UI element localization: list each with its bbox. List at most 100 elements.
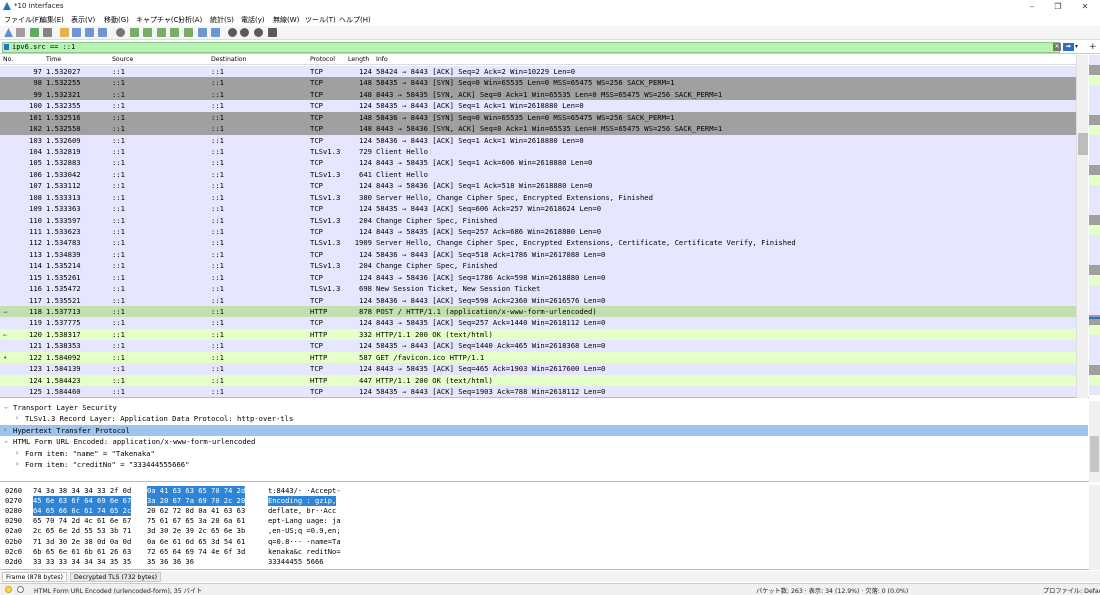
hex-bytes-first-half[interactable]: 64 65 66 6c 61 74 65 2c — [33, 506, 132, 517]
hex-offset[interactable]: 02c0 — [5, 547, 22, 557]
hex-bytes-second-half[interactable]: 72 65 64 69 74 4e 6f 3d — [147, 547, 245, 557]
filter-history-dropdown[interactable]: ▾ — [1075, 43, 1085, 51]
packet-row[interactable]: 117 1.535521::1::1 TCP 124 58436 → 8443 [ACK… — [0, 294, 1076, 307]
column-header-no[interactable]: No. — [3, 56, 13, 63]
status-profile[interactable]: プロファイル: Default — [1043, 586, 1100, 595]
hex-ascii[interactable]: t:8443/· ·Accept- — [268, 486, 341, 496]
tab-frame-bytes[interactable]: Frame (878 bytes) — [2, 572, 67, 582]
detail-tree-item[interactable]: › Form item: "creditNo" = "333444555666" — [0, 459, 1088, 470]
packet-row[interactable]: 106 1.533042::1::1 TLSv1.3 641 Client Hello — [0, 168, 1076, 181]
add-filter-button[interactable]: + — [1089, 42, 1097, 52]
menu-statistics[interactable]: 統計(S) — [210, 15, 234, 25]
column-header-info[interactable]: Info — [376, 56, 388, 63]
packet-row[interactable]: 110 1.533597::1::1 TLSv1.3 204 Change Cipher… — [0, 214, 1076, 226]
bookmark-icon[interactable] — [4, 44, 9, 50]
menu-wireless[interactable]: 無線(W) — [273, 15, 299, 25]
detail-tree-item[interactable]: › Transport Layer Security — [0, 402, 1088, 413]
packet-row[interactable]: 108 1.533313::1::1 TLSv1.3 380 Server Hello,… — [0, 191, 1076, 204]
hex-ascii[interactable]: Encoding : gzip, — [268, 496, 337, 507]
tab-decrypted-tls[interactable]: Decrypted TLS (732 bytes) — [70, 572, 162, 582]
detail-tree-item[interactable]: › Form item: "name" = "Takenaka" — [0, 448, 1088, 459]
stop-icon[interactable] — [16, 28, 25, 37]
hex-ascii[interactable]: q=0.8··· ·name=Ta — [268, 537, 341, 547]
resize-columns-icon[interactable] — [268, 28, 277, 37]
detail-tree-item[interactable]: › TLSv1.3 Record Layer: Application Data … — [0, 413, 1088, 424]
packet-row[interactable]: 114 1.535214::1::1 TLSv1.3 204 Change Cipher… — [0, 260, 1076, 272]
colorize-icon[interactable] — [211, 28, 220, 37]
clear-filter-icon[interactable]: ✕ — [1053, 43, 1061, 51]
hex-offset[interactable]: 02b0 — [5, 537, 22, 547]
hex-ascii[interactable]: ,en-US;q =0.9,en; — [268, 526, 341, 536]
packet-row[interactable]: 101 1.532516::1::1 TCP 148 58436 → 8443 [SYN… — [0, 111, 1076, 124]
packet-list-scroll-thumb[interactable] — [1078, 133, 1088, 155]
packet-row[interactable]: 124 1.584423::1::1 HTTP 447 HTTP/1.1 200 OK … — [0, 374, 1076, 387]
first-packet-icon[interactable] — [170, 28, 179, 37]
find-icon[interactable] — [116, 28, 125, 37]
packet-row[interactable]: 121 1.538353::1::1 TCP 124 58435 → 8443 [ACK… — [0, 340, 1076, 352]
packet-row[interactable]: 107 1.533112::1::1 TCP 124 8443 → 58436 [ACK… — [0, 180, 1076, 192]
hex-bytes-first-half[interactable]: 6b 65 6e 61 6b 61 26 63 — [33, 547, 131, 557]
collapsed-arrow-icon[interactable]: › — [3, 425, 7, 436]
packet-row[interactable]: 111 1.533623::1::1 TCP 124 8443 → 58435 [ACK… — [0, 226, 1076, 238]
detail-tree-item[interactable]: › HTML Form URL Encoded: application/x-ww… — [0, 436, 1088, 447]
hex-bytes-first-half[interactable]: 2c 65 6e 2d 55 53 3b 71 — [33, 526, 131, 536]
open-folder-icon[interactable] — [60, 28, 69, 37]
hex-bytes-first-half[interactable]: 65 70 74 2d 4c 61 6e 67 — [33, 516, 131, 526]
apply-filter-icon[interactable]: ➡ — [1063, 43, 1074, 51]
zoom-normal-icon[interactable] — [254, 28, 263, 37]
expert-info-icon[interactable] — [5, 586, 12, 593]
column-header-time[interactable]: Time — [46, 56, 61, 63]
hex-bytes-second-half[interactable]: 0a 6e 61 6d 65 3d 54 61 — [147, 537, 245, 547]
packet-row[interactable]: • 122 1.584092::1::1 HTTP 587 GET /favicon.ic… — [0, 351, 1076, 364]
column-header-destination[interactable]: Destination — [211, 56, 247, 63]
hex-offset[interactable]: 0280 — [5, 506, 22, 516]
close-window-button[interactable]: ✕ — [1075, 1, 1095, 12]
hex-bytes-second-half[interactable]: 3d 30 2e 39 2c 65 6e 3b — [147, 526, 245, 536]
menu-file[interactable]: ファイル(F) — [4, 15, 42, 25]
packet-row[interactable]: 103 1.532609::1::1 TCP 124 58436 → 8443 [ACK… — [0, 134, 1076, 146]
menu-tools[interactable]: ツール(T) — [305, 15, 336, 25]
packet-list-scrollbar[interactable] — [1076, 55, 1088, 398]
hex-bytes-first-half[interactable]: 45 6e 63 6f 64 69 6e 67 — [33, 496, 132, 507]
detail-tree-item[interactable]: › Hypertext Transfer Protocol — [0, 424, 1088, 437]
hex-offset[interactable]: 02a0 — [5, 526, 22, 536]
packet-row[interactable]: 102 1.532558::1::1 TCP 148 8443 → 58436 [SYN… — [0, 123, 1076, 135]
menu-analyze[interactable]: 分析(A) — [178, 15, 202, 25]
hex-ascii[interactable]: 33344455 5666 — [268, 557, 324, 567]
hex-offset[interactable]: 0260 — [5, 486, 22, 496]
back-icon[interactable] — [130, 28, 139, 37]
packet-row[interactable]: 112 1.534783::1::1 TLSv1.3 1909 Server Hello… — [0, 237, 1076, 249]
goto-packet-icon[interactable] — [157, 28, 166, 37]
hex-ascii[interactable]: deflate, br··Acc — [268, 506, 336, 516]
capture-comment-icon[interactable] — [17, 586, 24, 593]
hex-offset[interactable]: 02d0 — [5, 557, 22, 567]
menu-telephony[interactable]: 電話(y) — [241, 15, 265, 25]
column-header-protocol[interactable]: Protocol — [310, 56, 335, 63]
details-scrollbar[interactable] — [1089, 401, 1100, 482]
bytes-scrollbar[interactable] — [1089, 485, 1100, 570]
hex-bytes-second-half[interactable]: 0a 41 63 63 65 70 74 2d — [147, 486, 246, 497]
packet-row[interactable]: 113 1.534839::1::1 TCP 124 58436 → 8443 [ACK… — [0, 248, 1076, 261]
last-packet-icon[interactable] — [184, 28, 193, 37]
packet-row[interactable]: 105 1.532883::1::1 TCP 124 8443 → 58435 [ACK… — [0, 157, 1076, 169]
menu-capture[interactable]: キャプチャ(C) — [136, 15, 181, 25]
hex-bytes-first-half[interactable]: 74 3a 38 34 34 33 2f 0d — [33, 486, 131, 496]
menu-help[interactable]: ヘルプ(H) — [339, 15, 371, 25]
hex-ascii[interactable]: ept-Lang uage: ja — [268, 516, 341, 526]
hex-bytes-second-half[interactable]: 75 61 67 65 3a 20 6a 61 — [147, 516, 245, 526]
packet-row[interactable]: 116 1.535472::1::1 TLSv1.3 698 New Session T… — [0, 283, 1076, 295]
packet-row[interactable]: 99 1.532321::1::1 TCP 148 8443 → 58435 [SYN,… — [0, 88, 1076, 101]
menu-edit[interactable]: 編集(E) — [40, 15, 64, 25]
packet-row[interactable]: 97 1.532027::1::1 TCP 124 58424 → 8443 [ACK]… — [0, 66, 1076, 78]
details-scroll-thumb[interactable] — [1090, 436, 1099, 472]
packet-row[interactable]: 119 1.537775::1::1 TCP 124 8443 → 58435 [ACK… — [0, 317, 1076, 329]
packet-row[interactable]: 100 1.532355::1::1 TCP 124 58435 → 8443 [ACK… — [0, 100, 1076, 112]
display-filter-input[interactable]: ipv6.src == ::1 — [2, 42, 1060, 53]
hex-ascii[interactable]: kenaka&c reditNo= — [268, 547, 341, 557]
hex-offset[interactable]: 0290 — [5, 516, 22, 526]
packet-row[interactable]: 125 1.584460::1::1 TCP 124 58435 → 8443 [ACK… — [0, 386, 1076, 398]
collapsed-arrow-icon[interactable]: › — [15, 448, 19, 459]
packet-row[interactable]: 104 1.532819::1::1 TLSv1.3 729 Client Hello — [0, 146, 1076, 158]
forward-icon[interactable] — [143, 28, 152, 37]
menu-go[interactable]: 移動(G) — [104, 15, 129, 25]
